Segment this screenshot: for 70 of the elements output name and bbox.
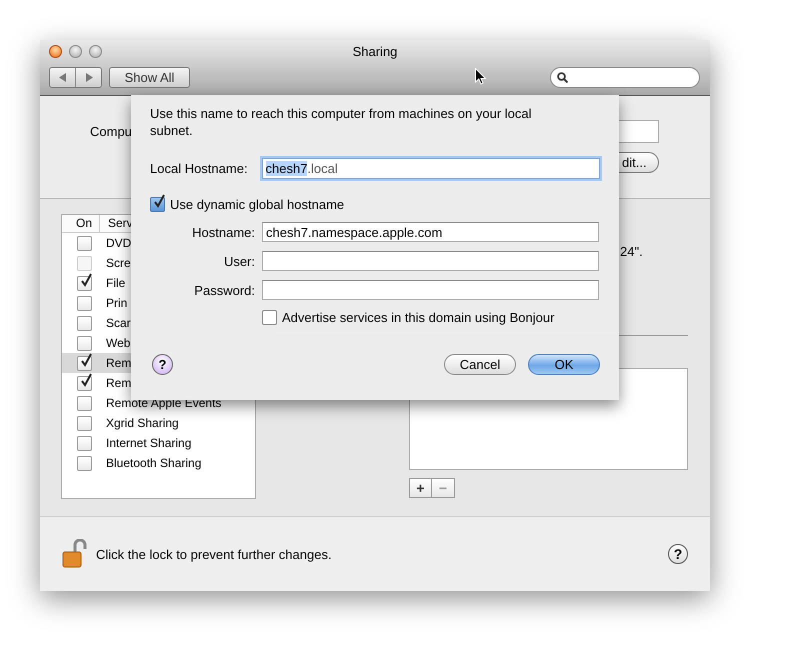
service-label: Rem (106, 356, 132, 370)
service-row[interactable]: Prin (62, 293, 132, 313)
field-label: Local Hostname: (150, 161, 249, 176)
service-label: Rem (106, 376, 132, 390)
navigation-control[interactable] (49, 66, 102, 88)
checkbox[interactable] (77, 316, 92, 330)
service-row[interactable]: Scar (62, 313, 132, 333)
service-row[interactable]: DVD (62, 233, 132, 253)
checkbox[interactable] (262, 310, 277, 325)
input-field[interactable] (619, 120, 659, 143)
service-label: Web (106, 336, 130, 350)
forward-icon[interactable] (84, 72, 92, 82)
checkbox[interactable] (77, 376, 92, 390)
search-field[interactable] (550, 66, 700, 88)
service-label: Scre (106, 256, 131, 270)
add-button[interactable]: + (409, 478, 432, 498)
checkbox[interactable] (77, 336, 92, 350)
service-row[interactable]: Bluetooth Sharing (62, 453, 202, 473)
search-icon (557, 72, 568, 82)
help-button[interactable]: ? (668, 544, 688, 564)
service-label: DVD (106, 236, 132, 250)
help-button[interactable]: ? (152, 354, 173, 375)
service-label: Prin (106, 296, 128, 310)
input-field[interactable]: chesh7.namespace.apple.com (262, 222, 599, 242)
checkbox[interactable] (77, 456, 92, 470)
zoom-button[interactable] (89, 44, 102, 58)
computer-name-label: Compu (90, 124, 132, 139)
checkbox[interactable] (77, 396, 92, 410)
lock-message: Click the lock to prevent further changes. (96, 546, 332, 562)
lock-icon[interactable] (62, 539, 88, 569)
service-row[interactable]: Internet Sharing (62, 433, 192, 453)
ok-button[interactable]: OK (528, 354, 600, 375)
checkbox[interactable] (77, 436, 92, 450)
close-button[interactable] (49, 44, 62, 58)
checkbox-label: Advertise services in this domain using Bonjour (282, 310, 554, 325)
service-row[interactable]: Rem (62, 353, 132, 373)
checkbox-label: Use dynamic global hostname (170, 197, 344, 212)
column-header[interactable]: On (62, 215, 100, 232)
show-all-button[interactable]: Show All (109, 66, 190, 88)
checkbox[interactable] (77, 296, 92, 310)
service-label: Xgrid Sharing (106, 416, 179, 430)
service-row[interactable]: Rem (62, 373, 132, 393)
service-row[interactable]: Web (62, 333, 132, 353)
service-label: File (106, 276, 126, 290)
field-label: User: (222, 254, 255, 268)
edit-button[interactable]: dit... (619, 152, 659, 173)
checkbox[interactable] (150, 197, 165, 212)
cursor-icon (475, 68, 486, 85)
back-icon[interactable] (58, 72, 66, 82)
sheet-description: Use this name to reach this computer from machines on your local subnet. (150, 105, 533, 139)
field-label: Hostname: (191, 224, 255, 240)
service-label: Bluetooth Sharing (106, 456, 202, 470)
checkbox[interactable] (77, 236, 92, 250)
input-field[interactable]: chesh7.local (262, 158, 600, 179)
service-row[interactable]: Remote Apple Events (62, 393, 222, 413)
window-title: Sharing (352, 44, 398, 58)
service-label: Internet Sharing (106, 436, 192, 450)
checkbox[interactable] (77, 356, 92, 370)
checkbox[interactable] (77, 276, 92, 290)
description-text: 24". (620, 244, 644, 259)
minimize-button[interactable] (69, 44, 82, 58)
field-label: Password: (193, 282, 255, 298)
cancel-button[interactable]: Cancel (444, 354, 516, 375)
service-row[interactable]: Xgrid Sharing (62, 413, 179, 433)
input-field[interactable] (262, 251, 599, 271)
checkbox[interactable] (77, 416, 92, 430)
input-field[interactable] (262, 280, 599, 300)
service-label: Scar (106, 316, 131, 330)
service-label: Remote Apple Events (106, 396, 222, 410)
service-row[interactable]: File (62, 273, 132, 293)
